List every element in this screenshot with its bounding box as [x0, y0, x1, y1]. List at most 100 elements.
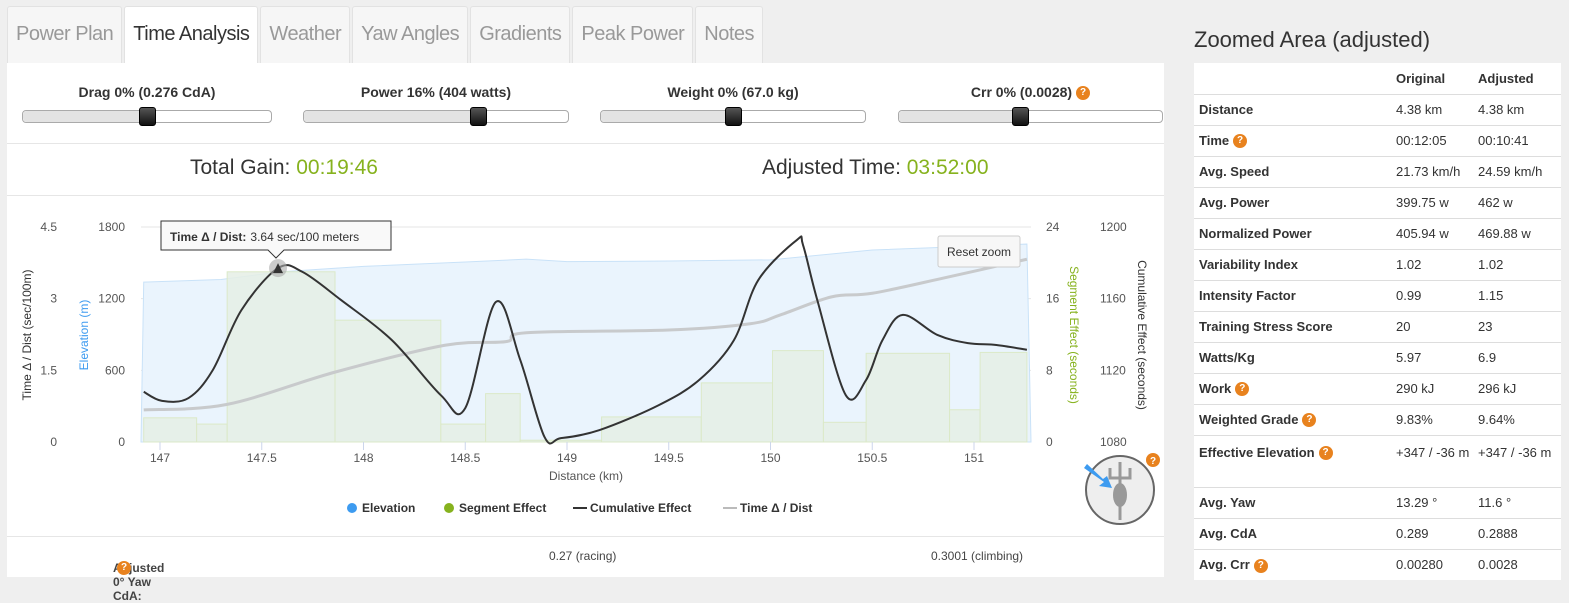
help-icon[interactable]: ?	[1318, 446, 1333, 461]
help-icon[interactable]: ?	[117, 561, 131, 575]
row-original: 290 kJ	[1392, 372, 1474, 404]
help-icon-glyph: ?	[1150, 456, 1156, 467]
row-adjusted: 0.2888	[1474, 517, 1561, 549]
row-adjusted: 0.0028	[1474, 548, 1561, 580]
legend-item[interactable]: Cumulative Effect	[590, 501, 691, 515]
row-label-text: Intensity Factor	[1199, 288, 1296, 303]
crr-slider-thumb[interactable]	[1011, 107, 1029, 126]
cumulative-tick-label: 1200	[1100, 220, 1127, 234]
tab-power-plan[interactable]: Power Plan	[7, 6, 123, 63]
table-row: Training Stress Score 20 23	[1194, 310, 1561, 342]
table-row: Intensity Factor 0.99 1.15	[1194, 279, 1561, 311]
drag-slider-thumb[interactable]	[139, 107, 156, 126]
row-adjusted: +347 / -36 m	[1474, 434, 1561, 487]
legend-item[interactable]: Elevation	[362, 501, 415, 515]
tooltip-label: Time Δ / Dist:	[170, 230, 246, 244]
table-row: Effective Elevation? +347 / -36 m +347 / -…	[1194, 434, 1561, 487]
total-gain-label: Total Gain:	[190, 156, 291, 179]
segment-effect-bar	[700, 382, 774, 443]
row-original: 00:12:05	[1392, 124, 1474, 156]
crr-slider[interactable]	[898, 107, 1163, 126]
legend-symbol	[347, 503, 357, 513]
row-adjusted: 4.38 km	[1474, 93, 1561, 125]
row-label-text: Effective Elevation	[1199, 444, 1315, 460]
time_dist-tick-label: 3	[50, 292, 57, 306]
segment-axis-title: Segment Effect (seconds)	[1067, 266, 1081, 404]
row-label: Normalized Power	[1194, 217, 1392, 249]
header-adjusted: Adjusted	[1478, 70, 1534, 86]
adjusted-time-label: Adjusted Time:	[762, 156, 901, 179]
x-tick-label: 149.5	[654, 451, 684, 465]
tooltip-value: 3.64 sec/100 meters	[250, 230, 359, 244]
segment-effect-bar	[485, 393, 521, 443]
row-label: Avg. CdA	[1194, 517, 1392, 549]
legend-item[interactable]: Segment Effect	[459, 501, 546, 515]
table-row: Avg. Yaw 13.29 ° 11.6 °	[1194, 486, 1561, 518]
legend-item[interactable]: Time Δ / Dist	[740, 501, 812, 515]
row-label-text: Training Stress Score	[1199, 319, 1333, 334]
table-row: Weighted Grade? 9.83% 9.64%	[1194, 403, 1561, 435]
weight-slider[interactable]	[600, 107, 866, 126]
adjusted-time: Adjusted Time: 03:52:00	[762, 156, 989, 180]
header-blank	[1194, 63, 1392, 94]
segment-effect-bar	[196, 423, 228, 443]
yaw-cda-climbing: 0.3001 (climbing)	[931, 549, 1024, 563]
time_dist-tick-label: 0	[50, 435, 57, 449]
row-original: 4.38 km	[1392, 93, 1474, 125]
x-tick-label: 148.5	[450, 451, 480, 465]
help-icon[interactable]: ?	[1233, 134, 1248, 149]
tab-weather[interactable]: Weather	[260, 6, 351, 63]
table-row: Normalized Power 405.94 w 469.88 w	[1194, 217, 1561, 249]
tab-gradients[interactable]: Gradients	[470, 6, 571, 63]
row-adjusted: 00:10:41	[1474, 124, 1561, 156]
segment-effect-bar	[226, 271, 336, 443]
help-icon[interactable]: ?	[1253, 558, 1268, 573]
row-label-text: Weighted Grade	[1199, 411, 1299, 427]
drag-slider[interactable]	[22, 107, 272, 126]
segment-effect-bar	[822, 421, 867, 443]
segment-tick-label: 8	[1046, 363, 1053, 377]
cumulative-axis-title: Cumulative Effect (seconds)	[1135, 260, 1149, 410]
crr-slider-group: Crr 0% (0.0028)?	[898, 83, 1163, 126]
tab-yaw-angles[interactable]: Yaw Angles	[352, 6, 469, 63]
row-original: 1.02	[1392, 248, 1474, 280]
row-original: 0.99	[1392, 279, 1474, 311]
table-row: Time? 00:12:05 00:10:41	[1194, 124, 1561, 156]
row-label-text: Distance	[1199, 102, 1254, 117]
row-original: 405.94 w	[1392, 217, 1474, 249]
power-slider[interactable]	[303, 107, 569, 126]
help-icon[interactable]: ?	[1302, 413, 1317, 428]
segment-effect-bar	[334, 319, 442, 443]
help-icon[interactable]: ?	[1076, 86, 1091, 101]
table-header: Original Adjusted	[1194, 63, 1561, 94]
x-tick-label: 149	[557, 451, 577, 465]
help-icon[interactable]: ?	[1235, 382, 1250, 397]
segment-effect-bar	[772, 350, 824, 443]
time_dist-tick-label: 4.5	[40, 220, 57, 234]
tab-peak-power[interactable]: Peak Power	[572, 6, 694, 63]
time-analysis-chart[interactable]: 147 147.5 148 148.5 149 149.5 150 150.5 151 Dista…	[7, 196, 1164, 536]
weight-slider-thumb[interactable]	[725, 107, 742, 126]
power-slider-thumb[interactable]	[470, 107, 488, 126]
tab-time-analysis[interactable]: Time Analysis	[124, 6, 259, 64]
power-slider-group: Power 16% (404 watts)	[303, 83, 569, 126]
row-label: Variability Index	[1194, 248, 1392, 280]
x-tick-label: 151	[964, 451, 984, 465]
cumulative-tick-label: 1120	[1100, 363, 1126, 377]
row-original: 5.97	[1392, 341, 1474, 373]
row-label: Time?	[1194, 124, 1392, 156]
row-label-text: Avg. Crr	[1199, 556, 1250, 572]
table-row: Avg. Speed 21.73 km/h 24.59 km/h	[1194, 155, 1561, 187]
tab-notes[interactable]: Notes	[695, 6, 763, 63]
segment-effect-bar	[979, 351, 1028, 443]
row-label: Avg. Power	[1194, 186, 1392, 218]
segment-tick-label: 0	[1046, 435, 1053, 449]
row-original: 399.75 w	[1392, 186, 1474, 218]
row-label-text: Time	[1199, 132, 1230, 148]
table-row: Avg. Crr? 0.00280 0.0028	[1194, 548, 1561, 580]
row-adjusted: 296 kJ	[1474, 372, 1561, 404]
row-adjusted: 9.64%	[1474, 403, 1561, 435]
zoomed-area-title: Zoomed Area (adjusted)	[1194, 27, 1431, 52]
crr-slider-label: Crr 0% (0.0028)?	[898, 83, 1163, 101]
row-original: 21.73 km/h	[1392, 155, 1474, 187]
